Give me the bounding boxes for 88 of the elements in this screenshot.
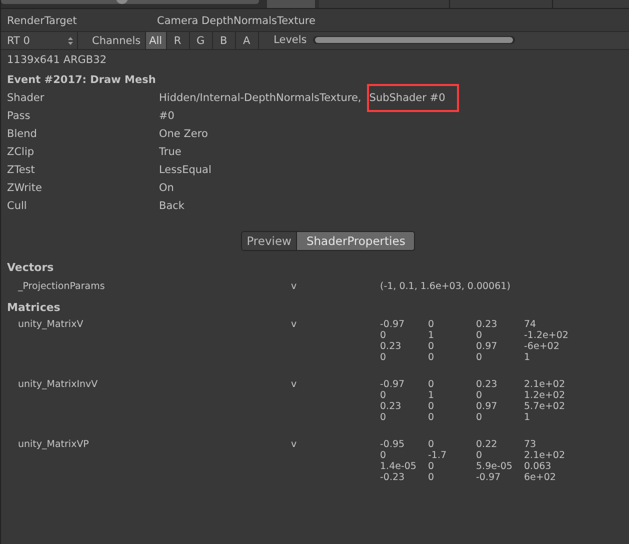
- matrix-cell-text: 0: [428, 412, 436, 423]
- section-title: Vectors: [6, 260, 55, 276]
- property-label: Cull: [7, 200, 28, 212]
- shader-stage: v: [291, 319, 298, 332]
- matrix-cell-text: 0: [380, 390, 388, 401]
- matrix-cell-text: 74: [524, 319, 538, 330]
- matrix-cell-text: 0: [428, 401, 436, 412]
- tab[interactable]: Preview: [240, 231, 298, 251]
- matrix-cell-text: 0.97: [476, 401, 498, 412]
- property-value: #0: [158, 109, 176, 124]
- matrix-cell-text: 0: [476, 412, 484, 423]
- shader-stage: v: [291, 439, 298, 452]
- vector-value: (-1, 0.1, 1.6e+03, 0.00061): [380, 281, 510, 294]
- levels-slider[interactable]: [312, 36, 515, 44]
- matrix-cell-text: 0.063: [524, 461, 552, 472]
- matrix-cell-text: 0.97: [476, 341, 498, 352]
- property-label: Shader: [7, 92, 46, 104]
- matrix-cell-text: 1.2e+02: [524, 390, 566, 401]
- matrix-cell-text: 0: [476, 390, 484, 401]
- property-value: LessEqual: [158, 163, 212, 178]
- matrix-cell-text: -0.95: [380, 439, 406, 450]
- channels-label: Channels: [91, 34, 142, 49]
- property-value: Hidden/Internal-DepthNormalsTexture,: [158, 91, 362, 106]
- matrix-cell-text: 1.4e-05: [380, 461, 418, 472]
- matrix-cell-text: 0: [428, 341, 436, 352]
- matrix-cell-text: -0.97: [380, 319, 406, 330]
- property-value: SubShader #0: [367, 84, 460, 112]
- property-name: unity_MatrixInvV: [18, 379, 99, 392]
- property-name: unity_MatrixVP: [18, 439, 90, 452]
- matrix-cell-text: -0.97: [380, 379, 406, 390]
- stepper-icon: [68, 36, 73, 44]
- matrix-cell-text: 6e+02: [524, 472, 557, 483]
- matrix-cell-text: 1: [428, 330, 436, 341]
- shader-stage: v: [291, 281, 298, 294]
- event-title: Event #2017: Draw Mesh: [6, 73, 157, 88]
- matrix-cell-text: 0.23: [380, 401, 402, 412]
- matrix-cell-text: 1: [428, 390, 436, 401]
- matrix-cell-text: 1: [524, 412, 532, 423]
- property-label: Pass: [7, 110, 32, 122]
- property-value: One Zero: [158, 127, 209, 142]
- levels-label: Levels: [258, 32, 313, 49]
- property-label: ZTest: [7, 164, 36, 176]
- property-value: On: [158, 181, 175, 196]
- matrix-cell-text: 0.22: [476, 439, 498, 450]
- matrix-cell-text: 2.1e+02: [524, 450, 566, 461]
- render-target-label: RenderTarget: [7, 15, 78, 27]
- property-value: True: [158, 145, 182, 160]
- event-field[interactable]: [267, 0, 315, 8]
- matrix-cell-text: 0: [428, 379, 436, 390]
- matrix-cell-text: 0.23: [476, 319, 498, 330]
- property-label: Blend: [7, 128, 38, 140]
- matrix-cell-text: 0: [428, 472, 436, 483]
- matrix-cell-text: 0.23: [476, 379, 498, 390]
- matrix-cell-text: 0: [380, 450, 388, 461]
- matrix-cell-text: 0: [428, 352, 436, 363]
- matrix-cell-text: 0: [380, 412, 388, 423]
- matrix-cell-text: 0: [428, 319, 436, 330]
- matrix-cell-text: -0.23: [380, 472, 406, 483]
- matrix-cell-text: -0.97: [476, 472, 502, 483]
- texture-format: 1139x641 ARGB32: [6, 53, 108, 68]
- event-slider[interactable]: [1, 0, 259, 4]
- matrix-cell-text: 5.9e-05: [476, 461, 514, 472]
- matrix-cell-text: 0.23: [380, 341, 402, 352]
- property-name: _ProjectionParams: [18, 281, 106, 294]
- tab[interactable]: ShaderProperties: [297, 231, 416, 251]
- matrix-cell-text: 0: [428, 439, 436, 450]
- matrix-cell-text: 2.1e+02: [524, 379, 566, 390]
- shader-stage: v: [291, 379, 298, 392]
- matrix-cell-text: 73: [524, 439, 538, 450]
- matrix-cell-text: 0: [380, 330, 388, 341]
- matrix-cell-text: -1.2e+02: [524, 330, 570, 341]
- matrix-cell-text: 0: [476, 450, 484, 461]
- channel-toggle[interactable]: All: [144, 32, 166, 49]
- matrix-cell-text: 0: [428, 461, 436, 472]
- property-label: ZClip: [7, 146, 36, 158]
- property-value: Back: [158, 199, 186, 214]
- property-label: ZWrite: [7, 182, 43, 194]
- matrix-cell-text: 0: [380, 352, 388, 363]
- matrix-cell-text: 0: [476, 352, 484, 363]
- render-target-value: Camera DepthNormalsTexture: [157, 15, 316, 27]
- property-name: unity_MatrixV: [18, 319, 84, 332]
- matrix-cell-text: 1: [524, 352, 532, 363]
- matrix-cell-text: -6e+02: [524, 341, 560, 352]
- section-title: Matrices: [6, 300, 62, 316]
- matrix-cell-text: 0: [476, 330, 484, 341]
- matrix-cell-text: 5.7e+02: [524, 401, 566, 412]
- matrix-cell-text: -1.7: [428, 450, 448, 461]
- render-target-dropdown[interactable]: RT 0: [1, 32, 78, 49]
